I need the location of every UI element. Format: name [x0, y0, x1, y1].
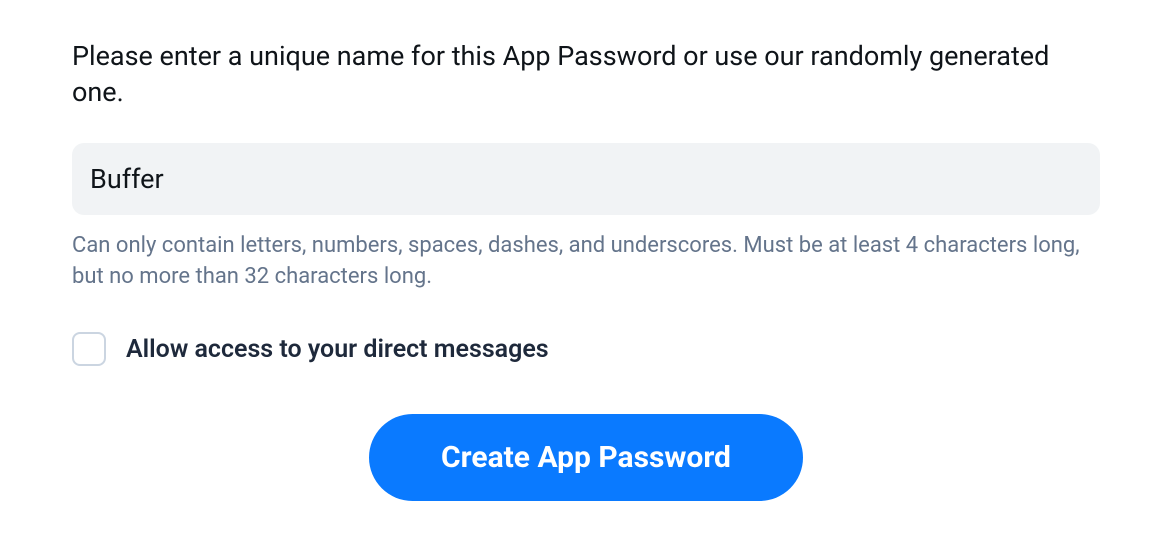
app-password-name-input[interactable]	[72, 143, 1100, 215]
input-hint-text: Can only contain letters, numbers, space…	[72, 231, 1100, 293]
allow-dm-row[interactable]: Allow access to your direct messages	[72, 332, 1100, 366]
submit-row: Create App Password	[72, 414, 1100, 501]
instruction-text: Please enter a unique name for this App …	[72, 38, 1100, 111]
create-app-password-button[interactable]: Create App Password	[369, 414, 803, 501]
allow-dm-label: Allow access to your direct messages	[126, 335, 549, 364]
allow-dm-checkbox[interactable]	[72, 332, 106, 366]
